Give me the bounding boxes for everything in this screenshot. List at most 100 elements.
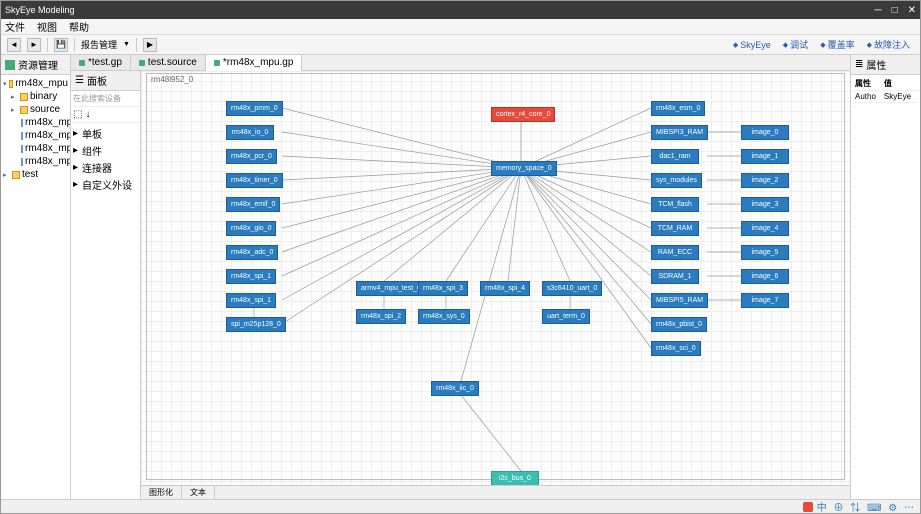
properties-icon: ≣ [855, 59, 863, 70]
tree-item[interactable]: rm48x_mpu.skyeye [3, 155, 68, 168]
tab-text[interactable]: 文本 [182, 486, 215, 499]
tree-item[interactable]: ▸test [3, 168, 68, 181]
dropdown-icon[interactable]: ▼ [123, 41, 130, 48]
diagram-node[interactable]: uart_term_0 [542, 309, 590, 324]
back-button[interactable]: ◄ [7, 38, 21, 52]
palette-item[interactable]: ▸单板 [73, 125, 138, 142]
diagram-canvas[interactable]: rm48l952_0 rm48x_pmm_0rm48x_io_0rm48x_pc… [141, 71, 850, 485]
diagram-node[interactable]: rm48x_spi_2 [356, 309, 406, 324]
save-button[interactable]: 💾 [54, 38, 68, 52]
main-area: 资源管理 ▾rm48x_mpu▸binary▸sourcerm48x_mpu.g… [1, 55, 920, 499]
palette-item[interactable]: ▸自定义外设 [73, 176, 138, 193]
diagram-node[interactable]: dac1_ram [651, 149, 699, 164]
maximize-icon[interactable]: □ [892, 5, 898, 16]
prop-col-name: 属性 [853, 77, 882, 91]
diagram-node[interactable]: rm48x_pmm_0 [226, 101, 283, 116]
diagram-node[interactable]: sys_modules [651, 173, 702, 188]
palette-search[interactable]: 在此搜索设备 [71, 91, 140, 107]
menu-help[interactable]: 帮助 [69, 19, 89, 34]
coverage-button[interactable]: 覆盖率 [816, 37, 858, 52]
palette-item[interactable]: ▸组件 [73, 142, 138, 159]
editor-bottom-tabs: 图形化 文本 [141, 485, 850, 499]
diagram-node[interactable]: image_0 [741, 125, 789, 140]
editor-tab[interactable]: *test.gp [71, 55, 131, 70]
prop-col-value: 值 [882, 77, 918, 91]
diagram-node[interactable]: MIBSPI5_RAM [651, 293, 708, 308]
menu-view[interactable]: 视图 [37, 19, 57, 34]
diagram-node[interactable]: rm48x_pcr_0 [226, 149, 277, 164]
diagram-node[interactable]: image_6 [741, 269, 789, 284]
properties-table: 属性值 AuthoSkyEye [851, 75, 920, 105]
diagram-node[interactable]: RAM_ECC [651, 245, 699, 260]
menu-file[interactable]: 文件 [5, 19, 25, 34]
minimize-icon[interactable]: ─ [874, 5, 881, 16]
diagram-node[interactable]: rm48x_pbist_0 [651, 317, 707, 332]
editor-tab[interactable]: test.source [131, 55, 206, 70]
diagram-node[interactable]: rm48x_spi_3 [418, 281, 468, 296]
diagram-node[interactable]: rm48x_timer_0 [226, 173, 283, 188]
diagram-node[interactable]: MIBSPI3_RAM [651, 125, 708, 140]
diagram-node[interactable]: image_1 [741, 149, 789, 164]
debug-button[interactable]: 调试 [779, 37, 812, 52]
diagram-node[interactable]: TCM_RAM [651, 221, 699, 236]
diagram-node[interactable]: s3c6410_uart_0 [542, 281, 602, 296]
statusbar: 中 ⊕ ⇅ ⌨ ⚙ ⋯ [1, 499, 920, 513]
status-badge-icon[interactable] [803, 502, 813, 512]
diagram-node[interactable]: rm48x_spi_1 [226, 293, 276, 308]
palette-header: ☰ 面板 [71, 71, 140, 91]
status-icons[interactable]: 中 ⊕ ⇅ ⌨ ⚙ ⋯ [817, 499, 916, 514]
diagram-node[interactable]: memory_space_0 [491, 161, 557, 176]
diagram-node[interactable]: rm48x_sys_0 [418, 309, 470, 324]
prop-value: SkyEye [882, 91, 918, 103]
close-icon[interactable]: ✕ [908, 5, 916, 16]
palette-down-icon[interactable]: ↓ [85, 109, 90, 120]
diagram-node[interactable]: rm48x_gio_0 [226, 221, 276, 236]
palette-select-icon[interactable]: ⬚ [73, 109, 82, 120]
resource-tree[interactable]: ▾rm48x_mpu▸binary▸sourcerm48x_mpu.gprm48… [1, 75, 70, 183]
fault-inject-button[interactable]: 故障注入 [863, 37, 914, 52]
palette-title: 面板 [87, 73, 107, 88]
palette-tree[interactable]: ▸单板▸组件▸连接器▸自定义外设 [71, 123, 140, 195]
diagram-node[interactable]: image_5 [741, 245, 789, 260]
diagram-node[interactable]: image_7 [741, 293, 789, 308]
palette-panel: ☰ 面板 在此搜索设备 ⬚ ↓ ▸单板▸组件▸连接器▸自定义外设 [71, 71, 141, 499]
diagram-node[interactable]: image_4 [741, 221, 789, 236]
tree-item[interactable]: rm48x_mpu.gp [3, 116, 68, 129]
diagram-node[interactable]: TCM_flash [651, 197, 699, 212]
resource-panel-title: 资源管理 [18, 57, 58, 72]
diagram-node[interactable]: i2c_bus_0 [491, 471, 539, 485]
menubar: 文件 视图 帮助 [1, 19, 920, 35]
run-button[interactable]: ▶ [143, 38, 157, 52]
diagram-node[interactable]: rm48x_spi_1 [226, 269, 276, 284]
diagram-node[interactable]: rm48x_io_0 [226, 125, 274, 140]
editor-tab[interactable]: *rm48x_mpu.gp [206, 55, 303, 71]
diagram-node[interactable]: cortex_r4_core_0 [491, 107, 555, 122]
diagram-node[interactable]: rm48x_emif_0 [226, 197, 280, 212]
report-mgr-label[interactable]: 报告管理 [81, 38, 117, 51]
separator [47, 38, 48, 52]
diagram-node[interactable]: image_2 [741, 173, 789, 188]
tree-item[interactable]: rm48x_mpu.json [3, 129, 68, 142]
tree-item[interactable]: ▸source [3, 103, 68, 116]
separator [74, 38, 75, 52]
diagram-node[interactable]: spi_m25p128_0 [226, 317, 286, 332]
skyeye-button[interactable]: SkyEye [729, 37, 775, 52]
properties-header: ≣ 属性 [851, 55, 920, 75]
diagram-node[interactable]: rm48x_iic_0 [431, 381, 479, 396]
tab-graphic[interactable]: 图形化 [141, 486, 182, 499]
diagram-node[interactable]: rm48x_esm_0 [651, 101, 705, 116]
tree-item[interactable]: ▸binary [3, 90, 68, 103]
diagram-node[interactable]: rm48x_adc_0 [226, 245, 278, 260]
forward-button[interactable]: ► [27, 38, 41, 52]
properties-title: 属性 [866, 57, 886, 72]
tree-item[interactable]: rm48x_mpu.py [3, 142, 68, 155]
diagram-node[interactable]: rm48x_spi_4 [480, 281, 530, 296]
diagram-node[interactable]: image_3 [741, 197, 789, 212]
tree-item[interactable]: ▾rm48x_mpu [3, 77, 68, 90]
diagram-node[interactable]: SDRAM_1 [651, 269, 699, 284]
palette-item[interactable]: ▸连接器 [73, 159, 138, 176]
diagram-node[interactable]: rm48x_sci_0 [651, 341, 701, 356]
diagram-node[interactable]: armv4_mpu_test_0 [356, 281, 426, 296]
prop-key: Autho [853, 91, 882, 103]
window-title: SkyEye Modeling [5, 5, 874, 15]
